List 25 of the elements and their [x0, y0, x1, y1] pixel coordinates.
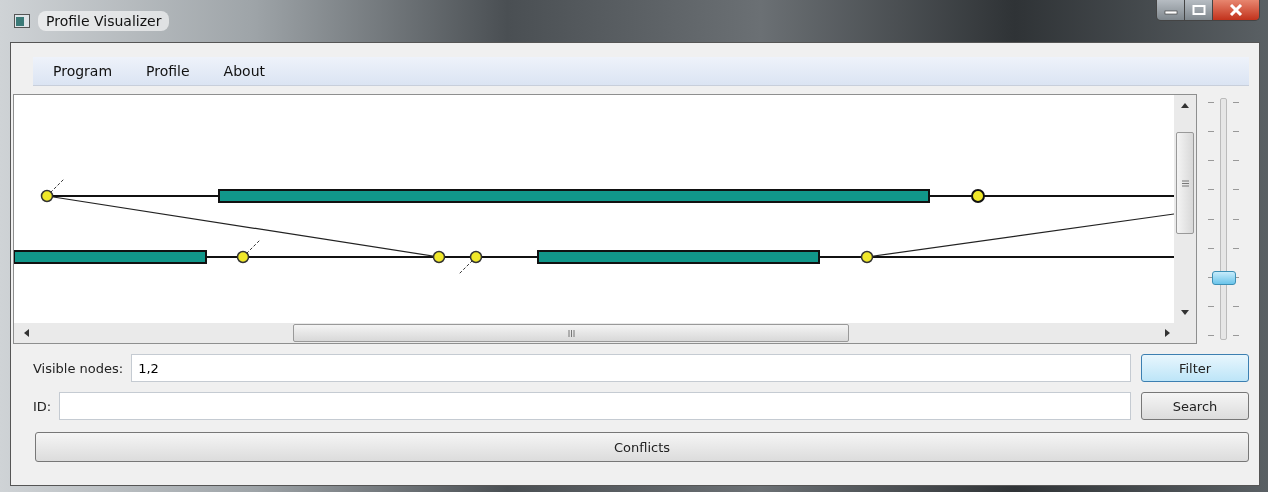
maximize-button[interactable] — [1185, 0, 1213, 20]
field-label: Visible nodes: — [33, 360, 124, 376]
scroll-right-icon[interactable] — [1165, 329, 1170, 337]
menu-item[interactable]: Program — [53, 63, 113, 79]
grip-icon — [567, 329, 575, 337]
scroll-up-icon[interactable] — [1181, 103, 1189, 108]
maximize-icon — [1191, 5, 1206, 15]
filter-button[interactable]: Filter — [1141, 354, 1249, 382]
minimize-button[interactable] — [1157, 0, 1185, 20]
grip-icon — [1181, 179, 1189, 187]
scroll-down-icon[interactable] — [1181, 310, 1189, 315]
scrollbar-thumb[interactable] — [293, 324, 849, 342]
menu-item[interactable]: Profile — [146, 63, 190, 79]
window-title: Profile Visualizer — [38, 11, 170, 31]
field-label: ID: — [33, 398, 52, 414]
close-button[interactable] — [1213, 0, 1259, 20]
input-field[interactable]: 1,2 — [131, 354, 1131, 382]
input-field[interactable] — [59, 392, 1131, 420]
conflicts-button[interactable]: Conflicts — [35, 432, 1249, 462]
close-icon — [1229, 4, 1243, 16]
menu-item[interactable]: About — [223, 63, 265, 79]
search-button[interactable]: Search — [1141, 392, 1249, 420]
app-icon — [14, 14, 30, 28]
scrollbar-thumb[interactable] — [1176, 132, 1194, 234]
scroll-left-icon[interactable] — [24, 329, 29, 337]
